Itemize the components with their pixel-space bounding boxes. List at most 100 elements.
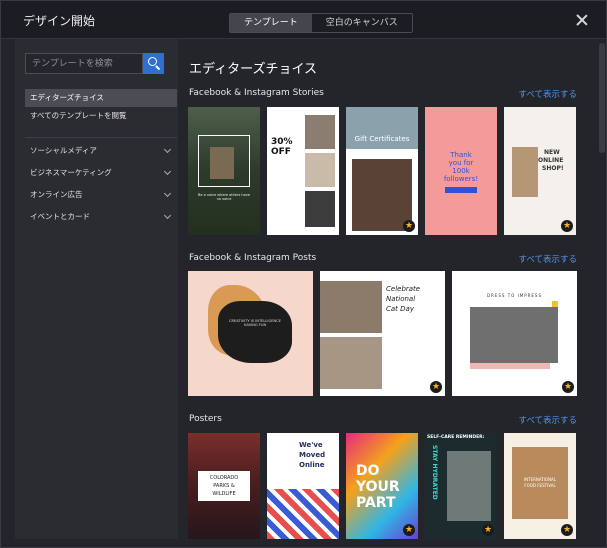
thumb-text-thank: Thank [450,151,472,159]
tab-blank-canvas[interactable]: 空白のキャンバス [311,14,412,32]
thumb-text-stay-hydrated: STAY HYDRATED [431,445,438,500]
template-thumb-poster-colorado[interactable]: COLORADO PARKS & WILDLIFE [188,433,260,539]
template-thumb-post-dress-to-impress[interactable]: DRESS TO IMPRESS ★ [452,271,577,396]
thumb-text-colorado: COLORADO [209,475,239,481]
section-title-posts: Facebook & Instagram Posts [189,253,317,263]
chevron-down-icon [163,189,172,198]
sidebar-category-online-ads[interactable]: オンライン広告 [25,186,177,204]
design-start-dialog: デザイン開始 テンプレート 空白のキャンバス エディターズチョイス すべてのテン… [0,0,607,548]
category-label: オンライン広告 [30,190,83,199]
thumb-text-you-for: you for [448,159,474,167]
chevron-down-icon [163,211,172,220]
section-title-stories: Facebook & Instagram Stories [189,88,324,98]
template-thumb-poster-do-your-part[interactable]: DO YOUR PART ★ [346,433,418,539]
thumb-text-do: DO [356,463,380,479]
thumb-text-followers: followers! [443,175,479,183]
show-all-posters-link[interactable]: すべて表示する [518,414,577,426]
sidebar: エディターズチョイス すべてのテンプレートを閲覧 ソーシャルメディア ビジネスマ… [15,39,178,539]
thumb-quote: CREATIVITY IS INTELLIGENCE HAVING FUN [228,319,282,327]
close-icon[interactable] [576,14,588,26]
premium-star-icon: ★ [561,524,573,536]
person-photo [210,147,234,179]
mask-pattern [267,489,339,539]
premium-star-icon: ★ [561,220,573,232]
thumb-text-100k: 100k [452,167,470,175]
thumb-text-shop: SHOP! [542,165,564,172]
template-thumb-poster-moved-online[interactable]: We've Moved Online [267,433,339,539]
thumb-text-cat-day: Cat Day [386,305,414,313]
premium-star-icon: ★ [403,524,415,536]
template-thumb-poster-self-care[interactable]: SELF-CARE REMINDER: STAY HYDRATED ★ [425,433,497,539]
template-search [25,53,164,74]
page-title: エディターズチョイス [189,62,318,77]
thumb-text-celebrate: Celebrate [386,285,421,293]
gallery-scrollbar[interactable] [598,39,606,539]
thumb-title: Gift Certificates [354,135,410,143]
thumb-text-off: OFF [271,147,291,157]
clothes-photo [305,115,335,149]
thumb-text-new: NEW [544,149,560,156]
thumb-text-international: INTERNATIONAL [523,477,557,482]
template-thumb-story-gift-certificates[interactable]: Gift Certificates ★ [346,107,418,235]
show-all-stories-link[interactable]: すべて表示する [518,88,577,100]
cat-photo [320,337,382,389]
premium-star-icon: ★ [562,381,574,393]
template-thumb-story-online-shop[interactable]: NEW ONLINE SHOP! ★ [504,107,576,235]
search-input[interactable] [25,53,143,74]
thumb-button [445,187,477,193]
search-icon [148,57,157,66]
sidebar-category-events-cards[interactable]: イベントとカード [25,208,177,226]
tab-templates[interactable]: テンプレート [230,14,312,32]
thumb-text-moved: Moved [299,451,326,459]
clothes-photo [305,153,335,187]
category-label: ソーシャルメディア [30,146,97,155]
thumb-text-food-festival: FOOD FESTIVAL [524,483,556,488]
template-thumb-poster-food-festival[interactable]: INTERNATIONAL FOOD FESTIVAL ★ [504,433,576,539]
category-label: イベントとカード [30,212,90,221]
show-all-posts-link[interactable]: すべて表示する [518,253,577,265]
pink-accent [470,363,550,369]
thumb-text-percent: 30% [271,137,293,147]
woman-photo [352,159,412,231]
template-thumb-story-forest[interactable]: Be a voice where others have no voice [188,107,260,235]
sidebar-divider [25,137,177,138]
black-brush-shape [218,301,292,363]
dialog-title: デザイン開始 [23,14,96,28]
chevron-down-icon [163,167,172,176]
template-thumb-post-cat-day[interactable]: Celebrate National Cat Day ★ [320,271,445,396]
scrollbar-thumb[interactable] [599,43,605,153]
dialog-header: デザイン開始 テンプレート 空白のキャンバス [1,1,606,39]
search-button[interactable] [143,53,164,74]
template-thumb-post-creativity[interactable]: CREATIVITY IS INTELLIGENCE HAVING FUN [188,271,313,396]
thumb-text-weve: We've [299,441,323,449]
sidebar-item-editors-choice[interactable]: エディターズチョイス [25,89,177,107]
sidebar-category-business-marketing[interactable]: ビジネスマーケティング [25,164,177,182]
thumb-text-national: National [386,295,416,303]
sidebar-item-browse-all[interactable]: すべてのテンプレートを閲覧 [25,107,177,125]
water-photo [447,451,491,521]
category-label: ビジネスマーケティング [30,168,112,177]
thumb-title: DRESS TO IMPRESS [486,293,543,298]
thumb-caption: Be a voice where others have no voice [197,193,250,201]
template-thumb-story-followers[interactable]: Thank you for 100k followers! [425,107,497,235]
section-title-posters: Posters [189,414,222,424]
sidebar-category-social-media[interactable]: ソーシャルメディア [25,142,177,160]
thumb-text-parks: PARKS & [213,483,235,489]
chevron-down-icon [163,145,172,154]
clothes-photo [305,191,335,227]
template-gallery: エディターズチョイス Facebook & Instagram Stories … [178,39,598,539]
premium-star-icon: ★ [403,220,415,232]
template-thumb-story-fashion-sale[interactable]: 30% OFF [267,107,339,235]
thumb-text-part: PART [356,495,396,511]
thumb-text-self-care: SELF-CARE REMINDER: [427,435,485,440]
group-photo [470,307,558,363]
thumb-text-wildlife: WILDLIFE [212,491,236,497]
thumb-text-online: Online [299,461,325,469]
product-photo [512,147,538,197]
premium-star-icon: ★ [430,381,442,393]
thumb-text-online: ONLINE [538,157,564,164]
thumb-text-your: YOUR [356,479,400,495]
cat-photo [320,281,382,333]
premium-star-icon: ★ [482,524,494,536]
mode-switcher: テンプレート 空白のキャンバス [229,13,413,33]
